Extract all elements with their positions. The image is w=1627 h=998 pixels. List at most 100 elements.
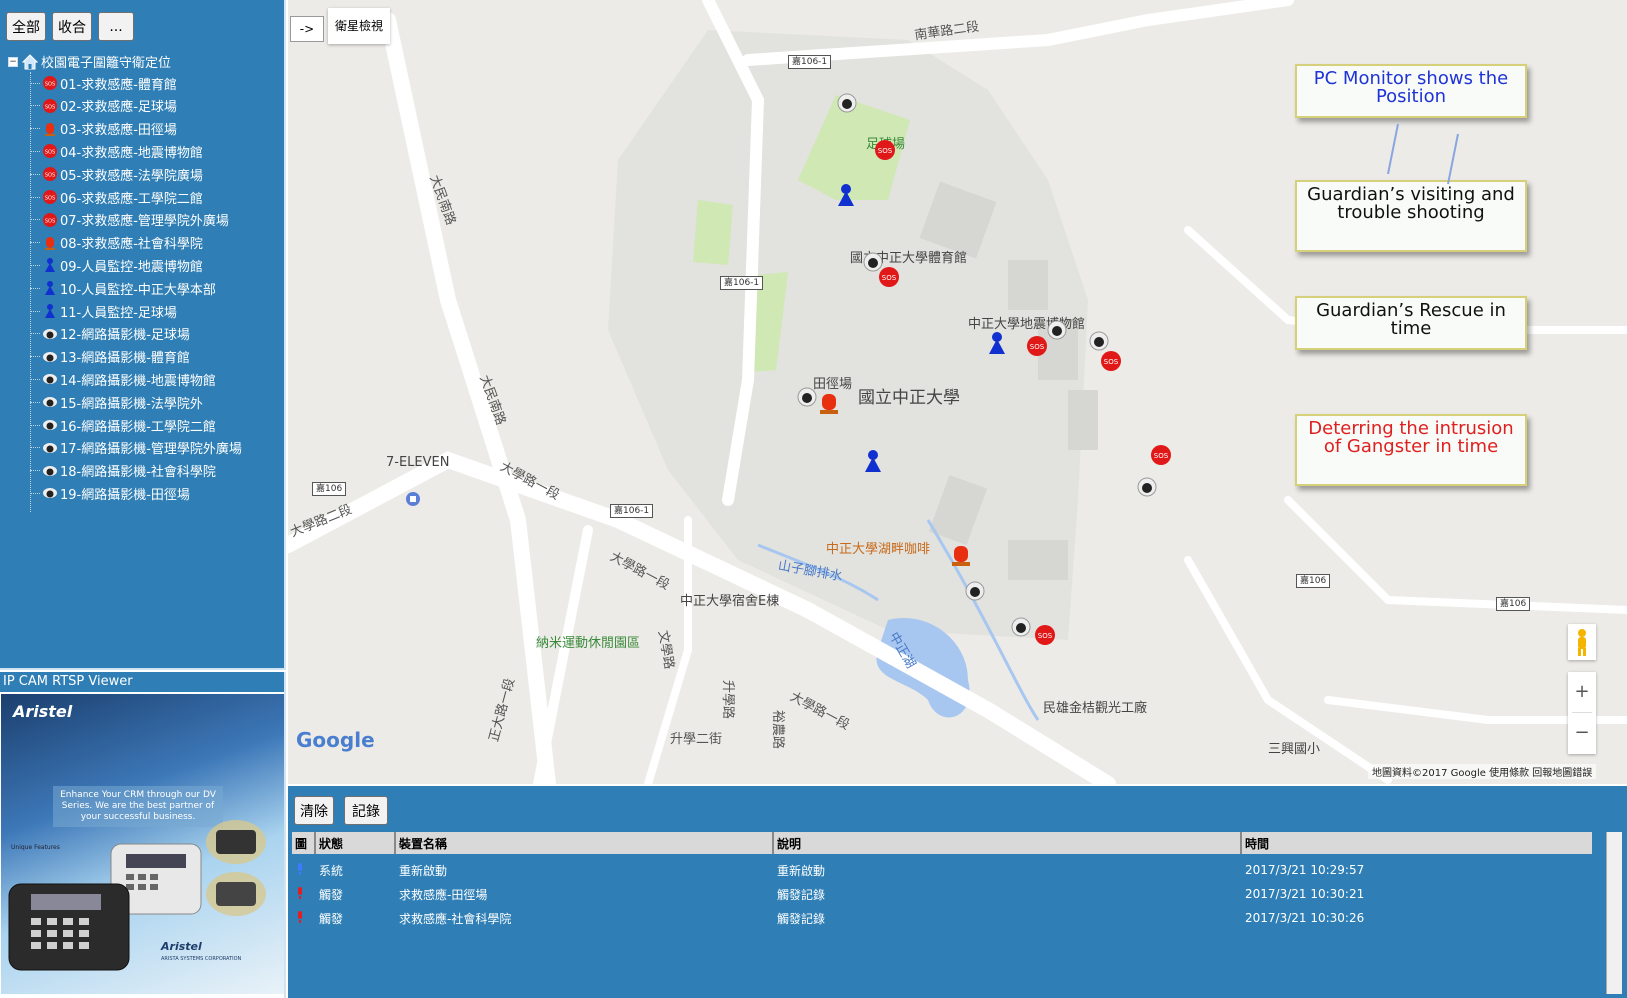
collapse-toggle-icon[interactable]: − bbox=[8, 56, 18, 67]
log-row[interactable]: 系統 重新啟動 重新啟動 2017/3/21 10:29:57 bbox=[292, 858, 1592, 882]
tree-item[interactable]: SOS 01-求救感應-體育館 bbox=[30, 72, 177, 94]
sos-marker[interactable]: SOS bbox=[872, 137, 898, 163]
svg-text:SOS: SOS bbox=[45, 196, 55, 202]
camera-icon bbox=[42, 485, 60, 501]
route-shield: 嘉106 bbox=[1496, 597, 1531, 611]
more-options-button[interactable]: ... bbox=[98, 12, 134, 41]
route-shield: 嘉106-1 bbox=[788, 55, 832, 69]
factory-label: 民雄金桔觀光工廠 bbox=[1043, 701, 1148, 716]
log-status-icon bbox=[292, 910, 316, 927]
log-description: 觸發記錄 bbox=[777, 887, 826, 902]
alarm-light-icon bbox=[42, 235, 60, 251]
sos-marker[interactable]: SOS bbox=[1098, 348, 1124, 374]
park-label: 納米運動休閒園區 bbox=[536, 636, 641, 651]
sos-icon: SOS bbox=[42, 166, 60, 182]
camera-marker[interactable] bbox=[1008, 614, 1034, 640]
guard-marker[interactable] bbox=[860, 448, 886, 474]
alarm-light-marker[interactable] bbox=[816, 390, 842, 416]
collapse-all-button[interactable]: 收合 bbox=[52, 12, 92, 41]
zoom-out-button[interactable]: − bbox=[1568, 713, 1596, 753]
tree-item[interactable]: 16-網路攝影機-工學院二館 bbox=[30, 414, 216, 436]
tree-item[interactable]: 11-人員監控-足球場 bbox=[30, 300, 177, 322]
camera-marker[interactable] bbox=[962, 578, 988, 604]
tree-connector bbox=[30, 242, 40, 244]
log-status-icon bbox=[292, 886, 316, 903]
sos-marker[interactable]: SOS bbox=[1032, 622, 1058, 648]
tree-item[interactable]: SOS 04-求救感應-地震博物館 bbox=[30, 140, 203, 162]
col-icon-header[interactable]: 圖 bbox=[292, 832, 316, 854]
tree-item[interactable]: 18-網路攝影機-社會科學院 bbox=[30, 460, 216, 482]
info-box-guardian-rescue: Guardian’s Rescue in time bbox=[1295, 296, 1527, 350]
tree-connector bbox=[30, 378, 40, 380]
tree-item-label: 06-求救感應-工學院二館 bbox=[60, 191, 203, 207]
tree-item[interactable]: SOS 07-求救感應-管理學院外廣場 bbox=[30, 209, 229, 231]
tree-item[interactable]: 15-網路攝影機-法學院外 bbox=[30, 391, 203, 413]
tree-item[interactable]: SOS 02-求救感應-足球場 bbox=[30, 95, 177, 117]
tree-item[interactable]: SOS 05-求救感應-法學院廣場 bbox=[30, 163, 203, 185]
tree-item[interactable]: 08-求救感應-社會科學院 bbox=[30, 232, 203, 254]
map-attribution[interactable]: 地圖資料©2017 Google 使用條款 回報地圖錯誤 bbox=[1368, 764, 1597, 779]
log-status: 觸發 bbox=[319, 911, 344, 926]
viewer-title: IP CAM RTSP Viewer bbox=[0, 672, 284, 692]
sos-marker[interactable]: SOS bbox=[1148, 442, 1174, 468]
shop-marker[interactable] bbox=[400, 486, 426, 512]
tree-item-label: 10-人員監控-中正大學本部 bbox=[60, 282, 216, 298]
tree-item[interactable]: 10-人員監控-中正大學本部 bbox=[30, 277, 216, 299]
tree-connector bbox=[30, 287, 40, 289]
log-row[interactable]: 觸發 求救感應-田徑場 觸發記錄 2017/3/21 10:30:21 bbox=[292, 882, 1592, 906]
tree-item[interactable]: 03-求救感應-田徑場 bbox=[30, 118, 177, 140]
tree-item[interactable]: 09-人員監控-地震博物館 bbox=[30, 254, 203, 276]
zoom-control: + − bbox=[1568, 672, 1596, 754]
camera-marker[interactable] bbox=[1044, 317, 1070, 343]
zoom-in-button[interactable]: + bbox=[1568, 672, 1596, 712]
road-label: 升學二街 bbox=[670, 732, 723, 747]
clear-button[interactable]: 清除 bbox=[294, 796, 334, 825]
guard-marker[interactable] bbox=[984, 330, 1010, 356]
tree-item[interactable]: 17-網路攝影機-管理學院外廣場 bbox=[30, 437, 242, 459]
tree-connector bbox=[30, 219, 40, 221]
camera-marker[interactable] bbox=[834, 90, 860, 116]
map-view[interactable]: -> 衛星檢視 國立中正大學 足球場 國立中正大學體育館 中正大學地震博物館 田… bbox=[288, 0, 1627, 784]
tree-item[interactable]: SOS 06-求救感應-工學院二館 bbox=[30, 186, 203, 208]
col-status-header[interactable]: 狀態 bbox=[316, 832, 396, 854]
svg-text:SOS: SOS bbox=[878, 147, 893, 155]
col-device-header[interactable]: 裝置名稱 bbox=[396, 832, 774, 854]
sos-marker[interactable]: SOS bbox=[876, 264, 902, 290]
tree-item[interactable]: 19-網路攝影機-田徑場 bbox=[30, 482, 190, 504]
satellite-view-button[interactable]: 衛星檢視 bbox=[328, 8, 390, 44]
tree-item[interactable]: 13-網路攝影機-體育館 bbox=[30, 346, 190, 368]
log-scrollbar[interactable] bbox=[1606, 832, 1622, 994]
tree-item-label: 03-求救感應-田徑場 bbox=[60, 123, 177, 139]
log-status: 系統 bbox=[319, 863, 344, 878]
record-button[interactable]: 記錄 bbox=[344, 796, 388, 825]
sos-icon: SOS bbox=[42, 189, 60, 205]
guard-icon bbox=[42, 257, 60, 273]
tree-item[interactable]: 12-網路攝影機-足球場 bbox=[30, 323, 190, 345]
log-row[interactable]: 觸發 求救感應-社會科學院 觸發記錄 2017/3/21 10:30:26 bbox=[292, 906, 1592, 930]
route-shield: 嘉106-1 bbox=[720, 276, 764, 290]
tree-item-label: 15-網路攝影機-法學院外 bbox=[60, 396, 203, 412]
log-description: 觸發記錄 bbox=[777, 911, 826, 926]
log-time: 2017/3/21 10:29:57 bbox=[1245, 863, 1365, 877]
col-time-header[interactable]: 時間 bbox=[1242, 832, 1592, 854]
guard-marker[interactable] bbox=[833, 182, 859, 208]
svg-text:SOS: SOS bbox=[45, 218, 55, 224]
tree-root-node[interactable]: − 校園電子圍籬守衛定位 bbox=[8, 52, 171, 71]
home-icon bbox=[22, 53, 38, 69]
cafe-label: 中正大學湖畔咖啡 bbox=[826, 542, 931, 557]
panel-toggle-button[interactable]: -> bbox=[290, 16, 324, 42]
tree-item-label: 16-網路攝影機-工學院二館 bbox=[60, 419, 216, 435]
tree-connector bbox=[30, 105, 40, 107]
road-label: 升學路 bbox=[720, 679, 736, 720]
info-box-deterring: Deterring the intrusion of Gangster in t… bbox=[1295, 414, 1527, 486]
alarm-light-marker[interactable] bbox=[948, 542, 974, 568]
camera-marker[interactable] bbox=[1134, 474, 1160, 500]
svg-text:SOS: SOS bbox=[45, 173, 55, 179]
street-view-pegman[interactable] bbox=[1568, 624, 1596, 660]
log-device: 重新啟動 bbox=[399, 863, 448, 878]
tree-item[interactable]: 14-網路攝影機-地震博物館 bbox=[30, 368, 216, 390]
tree-connector bbox=[30, 401, 40, 403]
col-desc-header[interactable]: 說明 bbox=[774, 832, 1242, 854]
expand-all-button[interactable]: 全部 bbox=[6, 12, 46, 41]
tree-item-label: 07-求救感應-管理學院外廣場 bbox=[60, 214, 229, 230]
